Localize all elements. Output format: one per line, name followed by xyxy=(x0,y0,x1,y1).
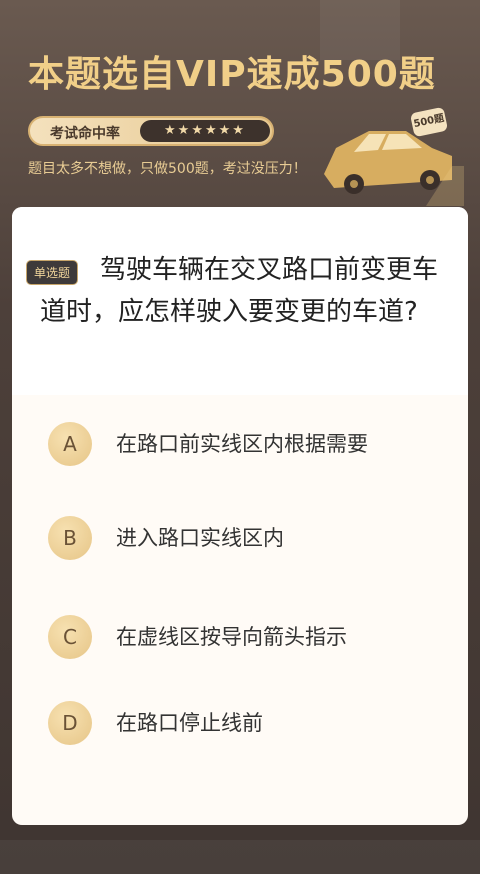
option-letter: B xyxy=(48,516,92,560)
option-letter: C xyxy=(48,615,92,659)
question-area: 驾驶车辆在交叉路口前变更车道时，应怎样驶入要变更的车道? 单选题 xyxy=(12,207,468,395)
banner-subtitle: 题目太多不想做，只做500题，考过没压力！ xyxy=(28,161,307,177)
option-c[interactable]: C 在虚线区按导向箭头指示 xyxy=(48,613,468,661)
star-rating: ★★★★★★ xyxy=(140,120,270,142)
question-type-badge: 单选题 xyxy=(26,260,79,285)
vip-banner[interactable]: 本题选自VIP速成500题 考试命中率 ★★★★★★ 题目太多不想做，只做500… xyxy=(0,0,480,215)
option-text: 在路口停止线前 xyxy=(116,711,263,735)
option-text: 在虚线区按导向箭头指示 xyxy=(116,625,347,649)
option-letter: D xyxy=(48,701,92,745)
option-b[interactable]: B 进入路口实线区内 xyxy=(48,514,468,562)
banner-title: 本题选自VIP速成500题 xyxy=(28,54,436,95)
option-text: 在路口前实线区内根据需要 xyxy=(116,432,368,456)
background-building xyxy=(0,840,480,874)
option-d[interactable]: D 在路口停止线前 xyxy=(48,699,468,747)
hit-rate-pill: 考试命中率 ★★★★★★ xyxy=(28,116,274,146)
option-letter: A xyxy=(48,422,92,466)
question-card: 驾驶车辆在交叉路口前变更车道时，应怎样驶入要变更的车道? 单选题 A 在路口前实… xyxy=(12,207,468,825)
option-text: 进入路口实线区内 xyxy=(116,526,284,550)
option-a[interactable]: A 在路口前实线区内根据需要 xyxy=(48,420,468,468)
hit-rate-label: 考试命中率 xyxy=(50,126,120,142)
gold-car-icon: 500题 xyxy=(314,96,464,206)
question-text: 驾驶车辆在交叉路口前变更车道时，应怎样驶入要变更的车道? xyxy=(40,255,439,327)
